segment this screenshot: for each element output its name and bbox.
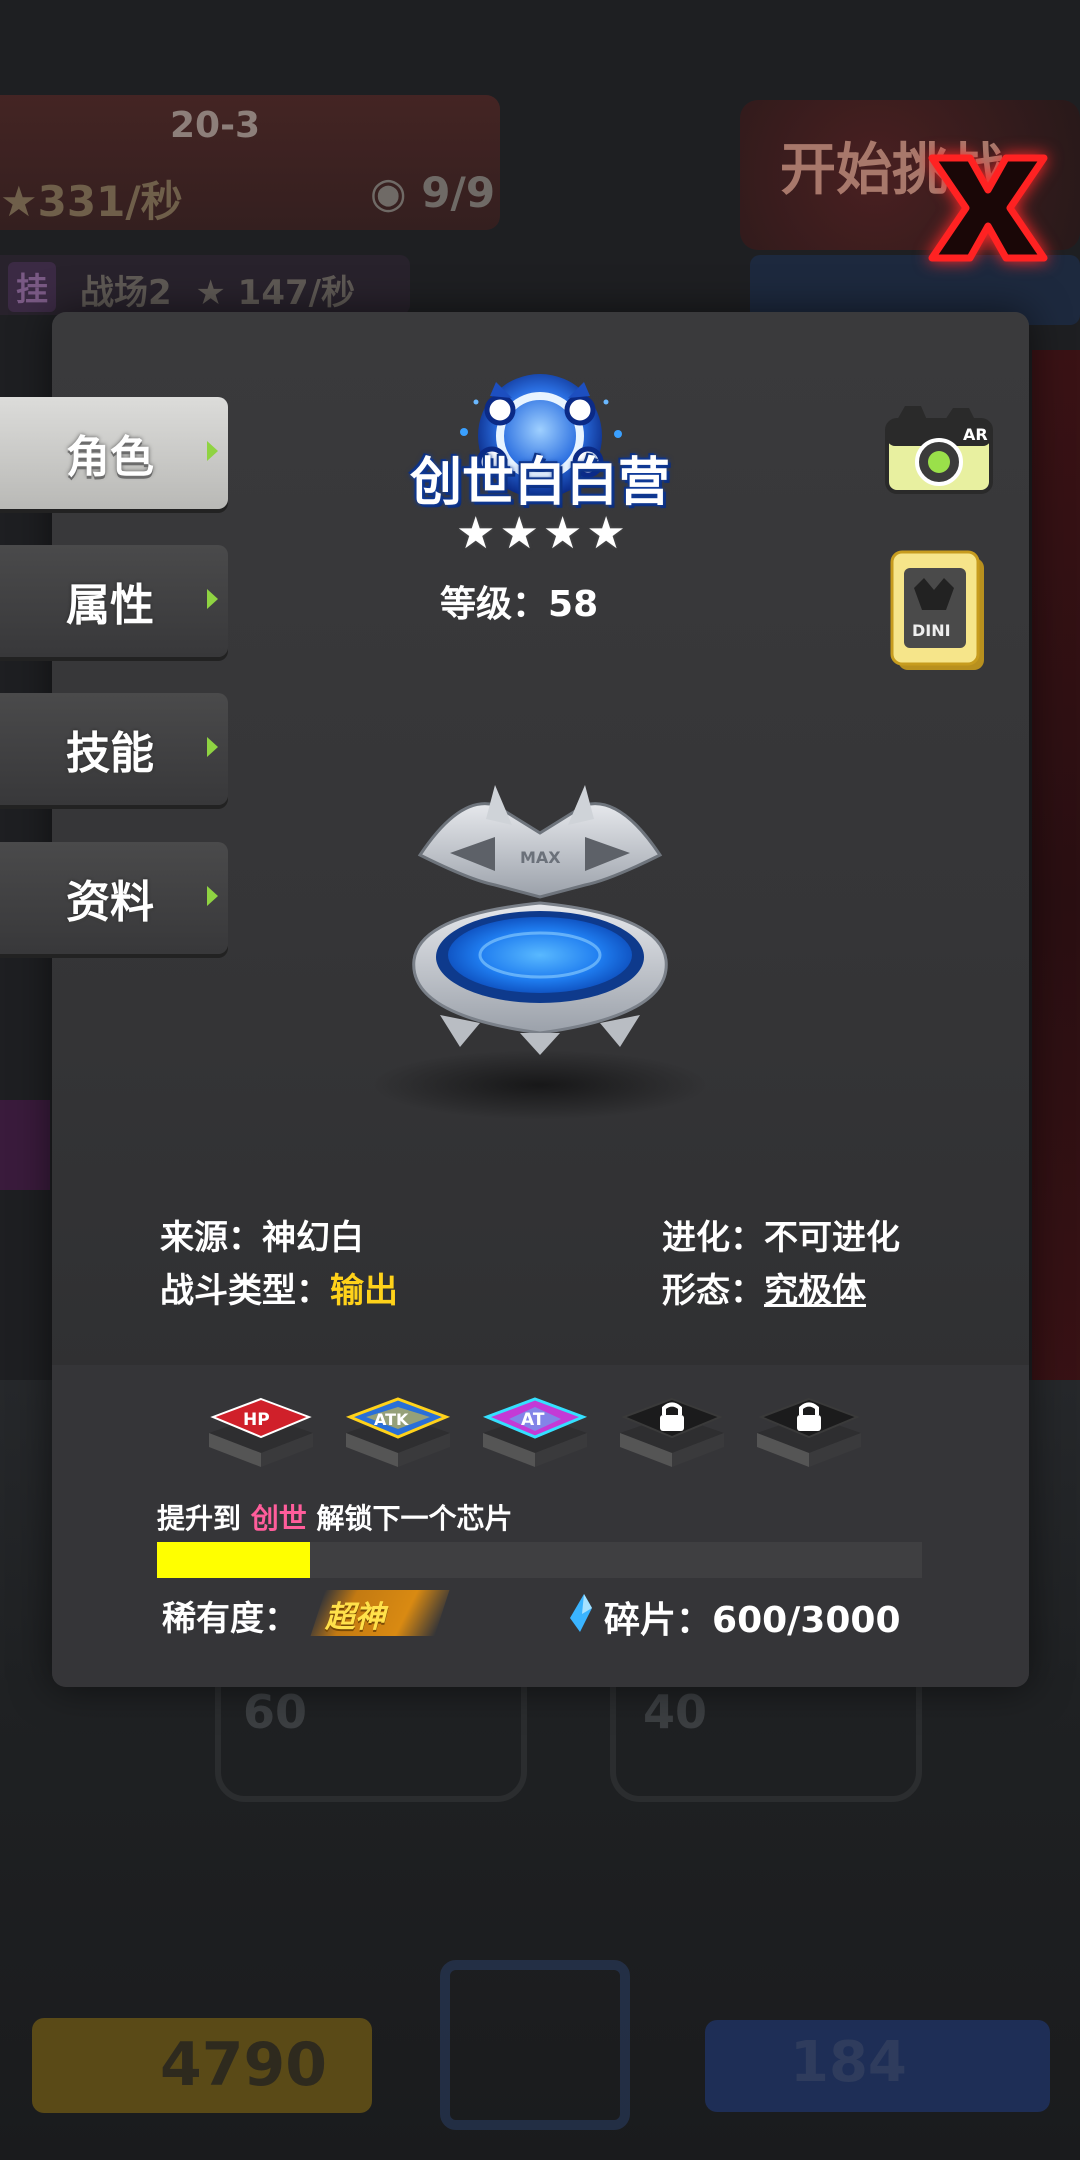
source-label: 来源： [160, 1218, 262, 1258]
model-shadow [370, 1050, 710, 1120]
fragment-value: 600/3000 [712, 1600, 901, 1641]
source-info: 来源：神幻白 [160, 1210, 364, 1259]
star-icon: ★ [586, 508, 626, 559]
battlefield-info: 战场2 ★ 147/秒 [80, 273, 356, 313]
pet-count-value: 9/9 [421, 168, 496, 217]
income-rate: ★331/秒 [0, 177, 183, 226]
level-label: 等级： [440, 584, 549, 625]
tab-label: 角色 [66, 432, 154, 483]
evolution-label: 进化： [662, 1218, 764, 1258]
character-name: 创世白白营 [409, 453, 670, 513]
evolution-info: 进化：不可进化 [662, 1210, 900, 1259]
tab-attributes[interactable]: 属性 [0, 545, 228, 657]
fragment-icon [570, 1594, 592, 1632]
shop-cart-icon [440, 1960, 630, 2130]
tab-arrow-icon [207, 589, 218, 609]
dini-card-button[interactable]: DINI [888, 548, 992, 678]
star-icon: ★ [499, 508, 539, 559]
max-platform-icon: MAX [412, 785, 668, 1055]
locked-chip-icon[interactable] [616, 1393, 728, 1471]
form-info: 形态：究极体 [662, 1263, 866, 1312]
pet-count: ◉ 9/9 [370, 168, 496, 217]
svg-text:MAX: MAX [520, 848, 561, 867]
hp-chip-icon[interactable]: HP [205, 1393, 317, 1471]
star-rating: ★ ★ ★ ★ [456, 512, 626, 556]
battlefield-tag: 挂 [8, 262, 57, 312]
upgrade-progress-fill [157, 1542, 310, 1578]
tab-label: 资料 [66, 877, 154, 928]
tab-profile[interactable]: 资料 [0, 842, 228, 954]
form-value[interactable]: 究极体 [764, 1271, 866, 1311]
character-level: 等级：58 [440, 575, 598, 627]
star-icon: ★ [542, 508, 583, 559]
chip-label: ATK [374, 1410, 409, 1429]
income-rate-value: 331/秒 [37, 177, 183, 226]
locked-chip-icon[interactable] [753, 1393, 865, 1471]
star-icon: ★ [456, 508, 496, 559]
upgrade-hint: 提升到 创世 解锁下一个芯片 [157, 1497, 513, 1537]
upgrade-target: 创世 [250, 1502, 307, 1535]
tab-role[interactable]: 角色 [0, 397, 228, 509]
upgrade-progress-bar [157, 1542, 922, 1578]
card-label: DINI [912, 621, 951, 640]
rarity-value: 超神 [325, 1600, 385, 1635]
tab-arrow-icon [207, 886, 218, 906]
battlefield-name: 战场2 [80, 273, 172, 313]
camera-icon: AR [885, 406, 993, 494]
evolution-value: 不可进化 [764, 1218, 900, 1258]
slot-right-level: 40 [643, 1685, 708, 1739]
gem-count: 184 [790, 2030, 907, 2095]
background-left-tag [0, 1100, 50, 1190]
slot-left-level: 60 [243, 1685, 308, 1739]
upgrade-suffix: 解锁下一个芯片 [316, 1502, 513, 1535]
tab-skills[interactable]: 技能 [0, 693, 228, 805]
coin-count: 4790 [160, 2030, 327, 2100]
source-value: 神幻白 [262, 1218, 364, 1258]
upgrade-prefix: 提升到 [157, 1502, 242, 1535]
background-side-strip [1032, 350, 1080, 1450]
tab-arrow-icon [207, 441, 218, 461]
stage-label: 20-3 [170, 105, 261, 146]
close-x-icon [928, 154, 1048, 261]
chip-label: AT [521, 1410, 545, 1430]
level-value: 58 [548, 584, 599, 625]
at-chip-icon[interactable]: AT [479, 1393, 591, 1471]
tab-label: 技能 [66, 728, 154, 779]
tab-label: 属性 [66, 580, 154, 631]
battle-type-label: 战斗类型： [160, 1271, 330, 1311]
chip-label: HP [243, 1410, 270, 1430]
ar-label: AR [963, 425, 988, 444]
card-icon: DINI [890, 550, 984, 670]
battle-type-value: 输出 [330, 1271, 398, 1311]
close-button[interactable] [918, 145, 1058, 270]
fragment-count: 碎片：600/3000 [604, 1591, 901, 1643]
battlefield-rate: 147/秒 [237, 273, 356, 313]
battle-type-info: 战斗类型：输出 [160, 1263, 398, 1312]
tab-arrow-icon [207, 737, 218, 757]
form-label: 形态： [662, 1271, 764, 1311]
rarity-label: 稀有度： [162, 1599, 298, 1639]
fragment-label: 碎片： [604, 1600, 713, 1641]
ar-camera-button[interactable]: AR [883, 398, 995, 498]
atk-chip-icon[interactable]: ATK [342, 1393, 454, 1471]
